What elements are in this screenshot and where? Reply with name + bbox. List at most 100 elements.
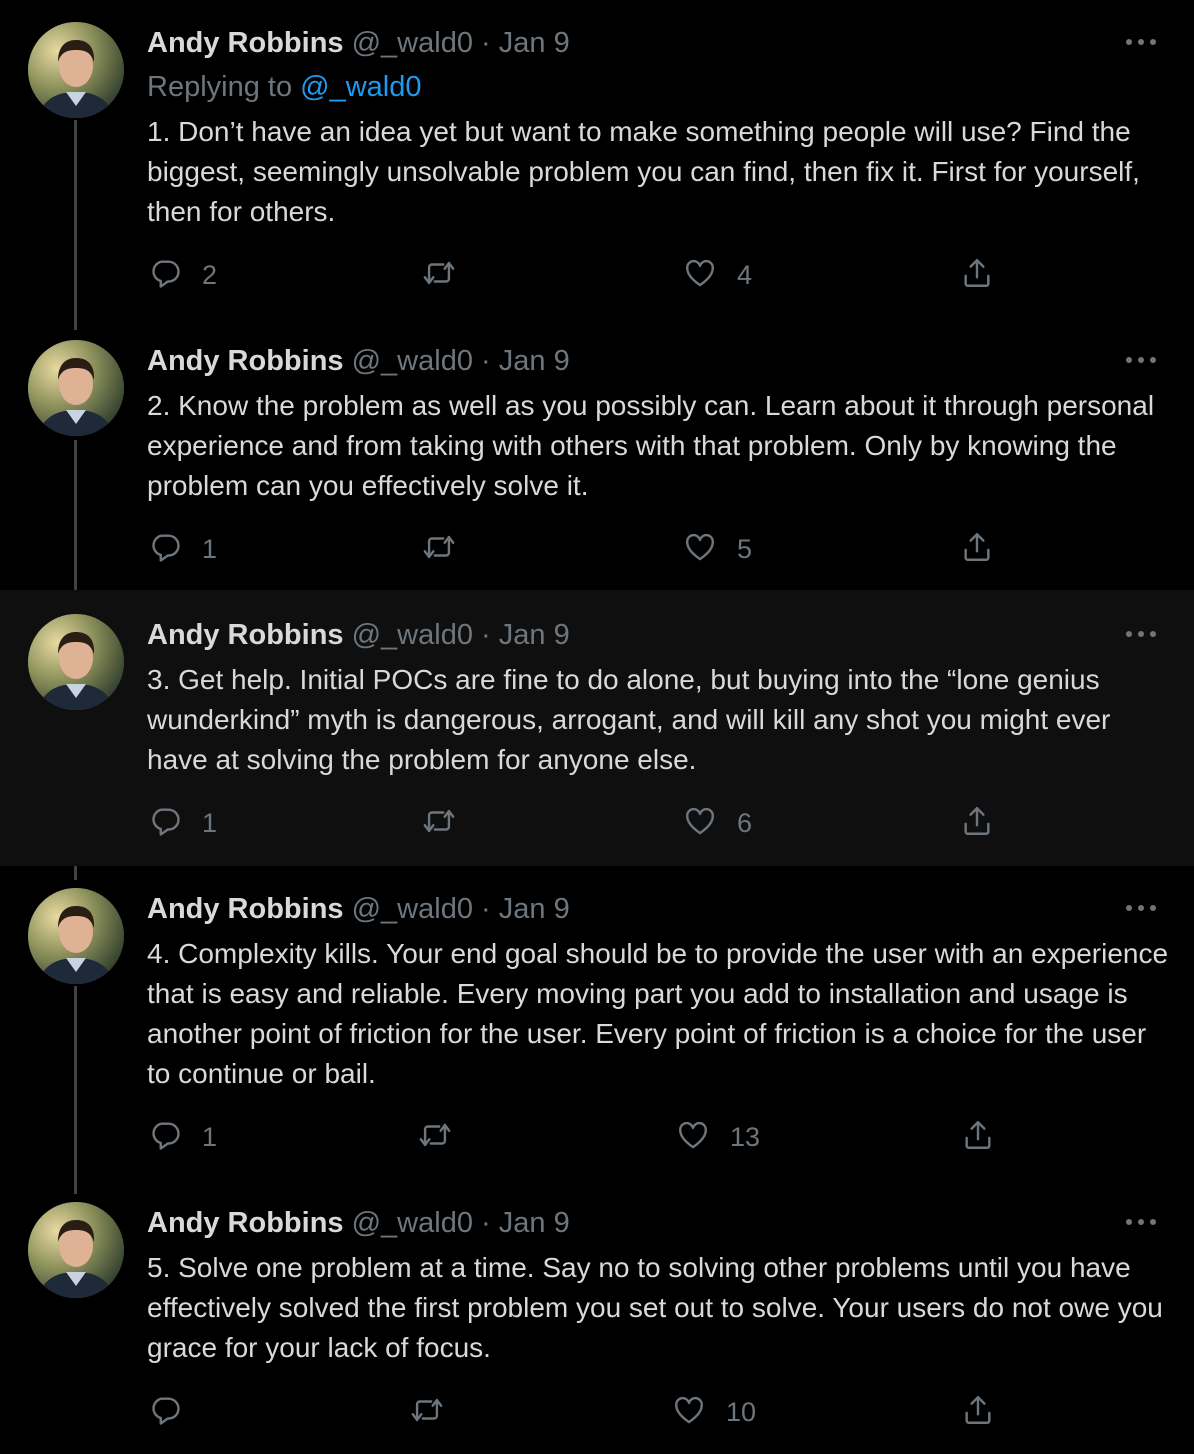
tweet-text: 4. Complexity kills. Your end goal shoul… <box>147 938 1169 1089</box>
reply-icon <box>148 804 182 843</box>
separator: · <box>481 893 491 925</box>
like-button[interactable]: 5 <box>683 530 752 569</box>
heart-icon <box>676 1118 710 1157</box>
more-horizontal-icon <box>1126 357 1156 363</box>
separator: · <box>481 619 491 651</box>
heart-icon <box>683 530 717 569</box>
like-count: 5 <box>737 534 753 564</box>
retweet-button[interactable] <box>418 1118 452 1157</box>
retweet-button[interactable] <box>422 256 456 295</box>
heart-icon <box>672 1393 706 1432</box>
tweet-header: Andy Robbins @_wald0 · Jan 9 <box>147 1206 570 1240</box>
profile-photo-icon <box>28 340 124 436</box>
more-icon[interactable] <box>1118 345 1164 375</box>
like-count: 6 <box>737 808 753 838</box>
tweet-date[interactable]: Jan 9 <box>499 619 570 651</box>
more-icon[interactable] <box>1118 619 1164 649</box>
tweet-date[interactable]: Jan 9 <box>499 1207 570 1239</box>
reply-count: 1 <box>202 1122 218 1152</box>
reply-icon <box>148 530 182 569</box>
avatar[interactable] <box>28 888 124 984</box>
tweet-date[interactable]: Jan 9 <box>499 345 570 377</box>
like-button[interactable]: 6 <box>683 804 752 843</box>
share-button[interactable] <box>960 804 994 843</box>
author-name[interactable]: Andy Robbins <box>147 893 344 925</box>
replying-to-label: Replying to <box>147 71 293 103</box>
reply-button[interactable] <box>148 1393 182 1432</box>
share-icon <box>960 530 994 569</box>
tweet-1[interactable]: Andy Robbins @_wald0 · Jan 9 Replying to… <box>0 0 1194 318</box>
reply-count: 1 <box>202 534 218 564</box>
reply-button[interactable]: 2 <box>148 256 217 295</box>
author-handle[interactable]: @_wald0 <box>352 345 473 377</box>
reply-button[interactable]: 1 <box>148 1118 217 1157</box>
author-name[interactable]: Andy Robbins <box>147 27 344 59</box>
retweet-button[interactable] <box>410 1393 444 1432</box>
retweet-icon <box>410 1393 444 1432</box>
tweet-3[interactable]: Andy Robbins @_wald0 · Jan 9 3. Get help… <box>0 590 1194 866</box>
avatar[interactable] <box>28 22 124 118</box>
like-count: 4 <box>737 260 753 290</box>
more-horizontal-icon <box>1126 905 1156 911</box>
separator: · <box>481 345 491 377</box>
tweet-header: Andy Robbins @_wald0 · Jan 9 <box>147 344 570 378</box>
like-button[interactable]: 13 <box>676 1118 760 1157</box>
reply-count: 1 <box>202 808 218 838</box>
author-name[interactable]: Andy Robbins <box>147 619 344 651</box>
tweet-date[interactable]: Jan 9 <box>499 27 570 59</box>
share-icon <box>961 1393 995 1432</box>
tweet-header: Andy Robbins @_wald0 · Jan 9 <box>147 618 570 652</box>
reply-icon <box>148 256 182 295</box>
like-count: 13 <box>730 1122 761 1152</box>
reply-icon <box>148 1118 182 1157</box>
profile-photo-icon <box>28 614 124 710</box>
share-icon <box>960 256 994 295</box>
more-icon[interactable] <box>1118 27 1164 57</box>
reply-count: 2 <box>202 260 218 290</box>
more-icon[interactable] <box>1118 1207 1164 1237</box>
tweet-2[interactable]: Andy Robbins @_wald0 · Jan 9 2. Know the… <box>0 318 1194 590</box>
like-count: 10 <box>726 1397 757 1427</box>
mention-link[interactable]: @_wald0 <box>300 71 421 103</box>
reply-icon <box>148 1393 182 1432</box>
author-handle[interactable]: @_wald0 <box>352 27 473 59</box>
tweet-date[interactable]: Jan 9 <box>499 893 570 925</box>
tweet-text: 3. Get help. Initial POCs are fine to do… <box>147 664 1111 775</box>
like-button[interactable]: 4 <box>683 256 752 295</box>
retweet-icon <box>418 1118 452 1157</box>
tweet-5[interactable]: Andy Robbins @_wald0 · Jan 9 5. Solve on… <box>0 1182 1194 1454</box>
more-horizontal-icon <box>1126 631 1156 637</box>
separator: · <box>481 1207 491 1239</box>
retweet-icon <box>422 804 456 843</box>
more-icon[interactable] <box>1118 893 1164 923</box>
share-button[interactable] <box>961 1118 995 1157</box>
share-button[interactable] <box>960 530 994 569</box>
author-name[interactable]: Andy Robbins <box>147 1207 344 1239</box>
retweet-button[interactable] <box>422 804 456 843</box>
tweet-4[interactable]: Andy Robbins @_wald0 · Jan 9 4. Complexi… <box>0 866 1194 1182</box>
share-button[interactable] <box>960 256 994 295</box>
share-button[interactable] <box>961 1393 995 1432</box>
author-handle[interactable]: @_wald0 <box>352 1207 473 1239</box>
reply-button[interactable]: 1 <box>148 530 217 569</box>
author-handle[interactable]: @_wald0 <box>352 619 473 651</box>
author-name[interactable]: Andy Robbins <box>147 345 344 377</box>
profile-photo-icon <box>28 888 124 984</box>
heart-icon <box>683 804 717 843</box>
heart-icon <box>683 256 717 295</box>
avatar[interactable] <box>28 614 124 710</box>
tweet-text: 5. Solve one problem at a time. Say no t… <box>147 1252 1163 1363</box>
separator: · <box>481 27 491 59</box>
retweet-icon <box>422 256 456 295</box>
author-handle[interactable]: @_wald0 <box>352 893 473 925</box>
avatar[interactable] <box>28 340 124 436</box>
retweet-button[interactable] <box>422 530 456 569</box>
tweet-header: Andy Robbins @_wald0 · Jan 9 <box>147 26 570 60</box>
more-horizontal-icon <box>1126 1219 1156 1225</box>
profile-photo-icon <box>28 1202 124 1298</box>
avatar[interactable] <box>28 1202 124 1298</box>
reply-button[interactable]: 1 <box>148 804 217 843</box>
tweet-text: 1. Don’t have an idea yet but want to ma… <box>147 116 1140 227</box>
like-button[interactable]: 10 <box>672 1393 756 1432</box>
more-horizontal-icon <box>1126 39 1156 45</box>
